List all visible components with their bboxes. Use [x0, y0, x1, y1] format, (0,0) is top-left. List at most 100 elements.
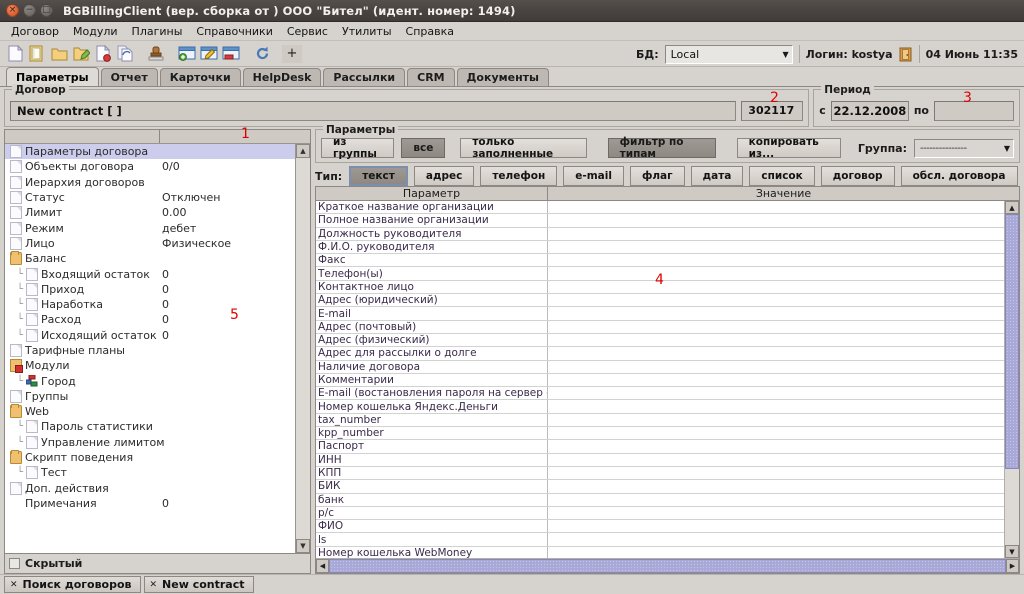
cell-value[interactable]	[548, 228, 1004, 240]
scroll-track[interactable]	[296, 158, 310, 539]
tree-node[interactable]: Лимит0.00	[5, 205, 295, 220]
table-row[interactable]: БИК	[316, 480, 1004, 493]
scroll-thumb[interactable]	[329, 559, 1006, 573]
tree-node[interactable]: Параметры договора	[5, 144, 295, 159]
menu-item-utility[interactable]: Утилиты	[335, 23, 399, 40]
cell-parameter[interactable]: tax_number	[316, 414, 548, 426]
cell-value[interactable]	[548, 494, 1004, 506]
tree-node[interactable]: └Расход0	[5, 312, 295, 327]
close-window-button[interactable]: ×	[6, 4, 19, 17]
tree-node[interactable]: └Пароль статистики	[5, 419, 295, 434]
cell-value[interactable]	[548, 520, 1004, 532]
menu-item-servis[interactable]: Сервис	[280, 23, 335, 40]
cell-parameter[interactable]: E-mail (востановления пароля на сервер с…	[316, 387, 548, 399]
cell-value[interactable]	[548, 294, 1004, 306]
minimize-window-button[interactable]: −	[23, 4, 36, 17]
table-row[interactable]: Телефон(ы)	[316, 267, 1004, 280]
tree-header-col-value[interactable]	[160, 130, 310, 143]
tree-node[interactable]: Тарифные планы	[5, 343, 295, 358]
scroll-up-button[interactable]: ▲	[296, 144, 310, 158]
scroll-track[interactable]	[1005, 469, 1019, 545]
close-icon[interactable]: ✕	[10, 580, 18, 590]
table-row[interactable]: Адрес (физический)	[316, 334, 1004, 347]
tree-node[interactable]: Объекты договора0/0	[5, 159, 295, 174]
scroll-down-button[interactable]: ▼	[1005, 545, 1019, 558]
edit-window-icon[interactable]	[198, 43, 220, 65]
table-row[interactable]: Ф.И.О. руководителя	[316, 241, 1004, 254]
cell-parameter[interactable]: Должность руководителя	[316, 228, 548, 240]
table-row[interactable]: Полное название организации	[316, 214, 1004, 227]
table-row[interactable]: Номер кошелька Яндекс.Деньги	[316, 400, 1004, 413]
table-row[interactable]: kpp_number	[316, 427, 1004, 440]
cell-parameter[interactable]: Телефон(ы)	[316, 267, 548, 279]
new-document-icon[interactable]	[4, 43, 26, 65]
cell-value[interactable]	[548, 507, 1004, 519]
tree-node[interactable]: └Тест	[5, 465, 295, 480]
table-row[interactable]: tax_number	[316, 414, 1004, 427]
delete-document-icon[interactable]	[92, 43, 114, 65]
filter-all-button[interactable]: все	[401, 138, 445, 158]
cell-value[interactable]	[548, 547, 1004, 558]
table-row[interactable]: банк	[316, 494, 1004, 507]
type-button-telefon[interactable]: телефон	[480, 166, 557, 186]
cell-value[interactable]	[548, 454, 1004, 466]
tree-header-col-name[interactable]	[5, 130, 160, 143]
edit-folder-icon[interactable]	[70, 43, 92, 65]
scroll-up-button[interactable]: ▲	[1005, 201, 1019, 214]
type-button-flag[interactable]: флаг	[630, 166, 685, 186]
cell-parameter[interactable]: Адрес (почтовый)	[316, 321, 548, 333]
table-row[interactable]: Комментарии	[316, 374, 1004, 387]
cell-value[interactable]	[548, 254, 1004, 266]
tab-dokumenty[interactable]: Документы	[457, 68, 549, 86]
tree-node[interactable]: └Входящий остаток0	[5, 266, 295, 281]
cell-value[interactable]	[548, 267, 1004, 279]
tree-node[interactable]: Группы	[5, 389, 295, 404]
tree-node[interactable]: Модули	[5, 358, 295, 373]
cell-parameter[interactable]: Полное название организации	[316, 214, 548, 226]
cell-value[interactable]	[548, 307, 1004, 319]
table-row[interactable]: ФИО	[316, 520, 1004, 533]
period-to-field[interactable]	[934, 101, 1014, 121]
tree-node[interactable]: Иерархия договоров	[5, 175, 295, 190]
table-vertical-scrollbar[interactable]: ▲ ▼	[1004, 201, 1019, 558]
menu-item-plaginy[interactable]: Плагины	[125, 23, 190, 40]
type-button-obsl-dogovora[interactable]: обсл. договора	[901, 166, 1018, 186]
add-button[interactable]: +	[282, 45, 302, 63]
cell-value[interactable]	[548, 321, 1004, 333]
table-row[interactable]: p/c	[316, 507, 1004, 520]
menu-item-moduli[interactable]: Модули	[66, 23, 125, 40]
cell-parameter[interactable]: Адрес (физический)	[316, 334, 548, 346]
taskbar-button-new-contract[interactable]: ✕ New contract	[144, 576, 254, 593]
scroll-down-button[interactable]: ▼	[296, 539, 310, 553]
cell-parameter[interactable]: Наличие договора	[316, 361, 548, 373]
menu-item-dogovor[interactable]: Договор	[4, 23, 66, 40]
table-row[interactable]: Факс	[316, 254, 1004, 267]
period-from-field[interactable]: 22.12.2008	[831, 101, 909, 121]
contract-name-field[interactable]: New contract [ ]	[10, 101, 736, 121]
cell-value[interactable]	[548, 427, 1004, 439]
tree-node[interactable]: Web	[5, 404, 295, 419]
type-button-tekst[interactable]: текст	[349, 166, 408, 186]
cell-parameter[interactable]: Номер кошелька Яндекс.Деньги	[316, 400, 548, 412]
tree-node[interactable]: └Город	[5, 373, 295, 388]
tree-node[interactable]: └Приход0	[5, 282, 295, 297]
scroll-thumb[interactable]	[1005, 214, 1019, 469]
cell-parameter[interactable]: p/c	[316, 507, 548, 519]
column-header-value[interactable]: Значение	[548, 187, 1019, 200]
tab-otchet[interactable]: Отчет	[101, 68, 158, 86]
logout-icon[interactable]	[899, 47, 913, 62]
cell-parameter[interactable]: Адрес (юридический)	[316, 294, 548, 306]
tree-node[interactable]: └Управление лимитом	[5, 435, 295, 450]
cell-value[interactable]	[548, 334, 1004, 346]
cell-parameter[interactable]: банк	[316, 494, 548, 506]
new-window-icon[interactable]	[176, 43, 198, 65]
copy-document-icon[interactable]	[26, 43, 48, 65]
cell-value[interactable]	[548, 281, 1004, 293]
cell-value[interactable]	[548, 387, 1004, 399]
table-row[interactable]: Адрес (почтовый)	[316, 321, 1004, 334]
column-header-parameter[interactable]: Параметр	[316, 187, 548, 200]
cell-parameter[interactable]: Ф.И.О. руководителя	[316, 241, 548, 253]
cell-parameter[interactable]: Краткое название организации	[316, 201, 548, 213]
close-icon[interactable]: ✕	[150, 580, 158, 590]
table-row[interactable]: ИНН	[316, 454, 1004, 467]
